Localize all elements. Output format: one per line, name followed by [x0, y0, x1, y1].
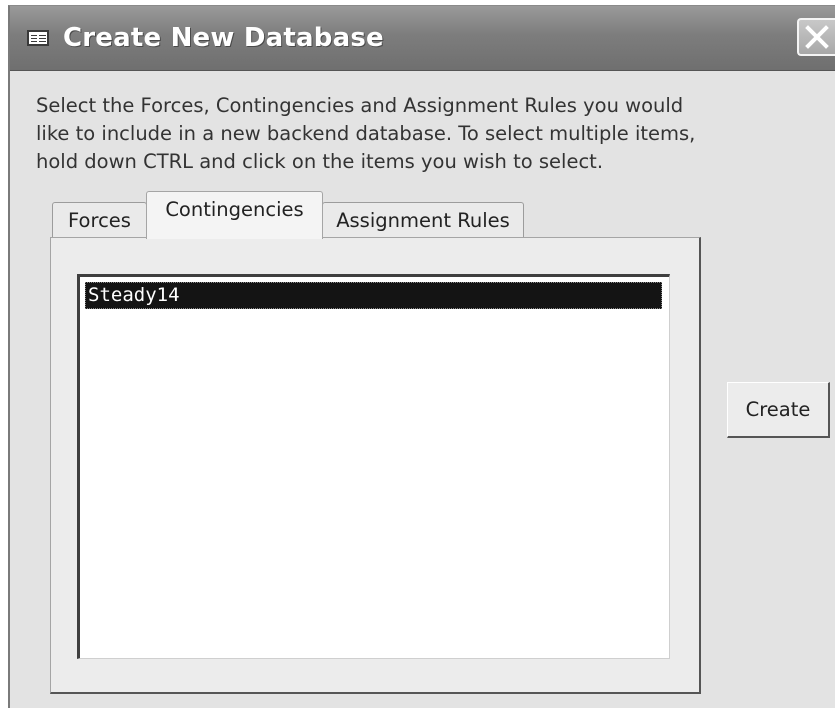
tab-assignment-rules[interactable]: Assignment Rules — [322, 202, 524, 238]
tab-contingencies[interactable]: Contingencies — [146, 191, 323, 239]
window-title: Create New Database — [63, 23, 384, 53]
form-window-icon — [27, 30, 49, 46]
create-new-database-dialog: Create New Database Select the Forces, C… — [8, 5, 835, 708]
list-item[interactable]: Steady14 — [85, 282, 662, 309]
close-icon — [805, 25, 829, 49]
contingencies-listbox[interactable]: Steady14 — [77, 274, 670, 659]
instructions-text: Select the Forces, Contingencies and Ass… — [36, 94, 696, 173]
tab-forces[interactable]: Forces — [52, 202, 147, 238]
create-button[interactable]: Create — [727, 382, 830, 438]
tab-label: Assignment Rules — [336, 209, 510, 232]
create-button-label: Create — [745, 398, 811, 421]
tab-label: Forces — [68, 209, 131, 232]
title-bar[interactable]: Create New Database — [10, 6, 835, 71]
tab-label: Contingencies — [165, 198, 304, 221]
close-button[interactable] — [797, 18, 835, 56]
